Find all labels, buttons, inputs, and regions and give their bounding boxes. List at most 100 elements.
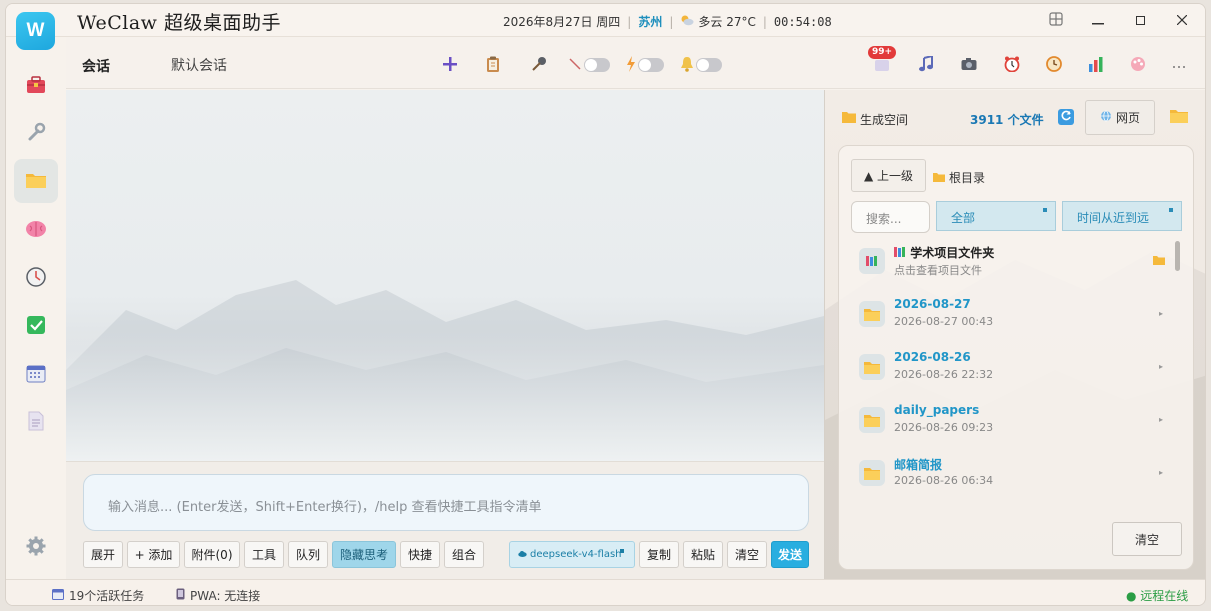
- list-item-project-folder[interactable]: 学术项目文件夹 点击查看项目文件: [859, 240, 1179, 288]
- list-item-folder[interactable]: 邮箱简报 2026-08-26 06:34 ▸: [859, 452, 1179, 500]
- weather-icon: [680, 14, 694, 29]
- books-icon: [894, 246, 906, 260]
- quick-button[interactable]: 快捷: [400, 541, 440, 568]
- stopwatch-icon: [1046, 55, 1062, 75]
- sidebar-item-tools[interactable]: [14, 111, 58, 155]
- pen-toggle[interactable]: [568, 54, 610, 76]
- refresh-button[interactable]: [1058, 109, 1074, 125]
- sidebar-item-documents[interactable]: [14, 400, 58, 444]
- files-title: 生成空间: [860, 113, 909, 127]
- lightning-icon: [626, 55, 636, 75]
- list-item-folder[interactable]: 2026-08-26 2026-08-26 22:32 ▸: [859, 346, 1179, 394]
- sidebar-item-tasks[interactable]: [14, 304, 58, 348]
- expand-arrow-icon: ▸: [1159, 362, 1164, 371]
- plus-icon: [442, 56, 458, 75]
- pen-switch[interactable]: [584, 58, 610, 72]
- active-tasks-label: 19个活跃任务: [69, 589, 145, 603]
- microphone-button[interactable]: [531, 54, 547, 76]
- root-directory-label: 根目录: [949, 171, 986, 185]
- sidebar-item-calendar[interactable]: [14, 352, 58, 396]
- alarm-button[interactable]: [1004, 54, 1020, 76]
- sidebar-item-files[interactable]: [14, 159, 58, 203]
- clipboard-button[interactable]: [486, 54, 500, 76]
- file-name: 2026-08-26: [894, 350, 971, 364]
- clear-button[interactable]: 清空: [727, 541, 767, 568]
- hide-thinking-button[interactable]: 隐藏思考: [332, 541, 396, 568]
- sidebar-item-memory[interactable]: [14, 208, 58, 252]
- model-label: deepseek-v4-flash: [530, 549, 622, 560]
- palette-button[interactable]: [1130, 54, 1146, 76]
- file-list-scrollbar[interactable]: [1175, 241, 1180, 271]
- bell-switch[interactable]: [696, 58, 722, 72]
- city-label[interactable]: 苏州: [638, 13, 662, 30]
- clear-files-button[interactable]: 清空: [1112, 522, 1182, 556]
- close-button[interactable]: [1160, 4, 1204, 37]
- new-chat-button[interactable]: [442, 54, 458, 76]
- folder-icon: [1170, 110, 1188, 126]
- root-directory-link[interactable]: 根目录: [933, 169, 985, 186]
- more-icon: [1172, 58, 1186, 72]
- maximize-button[interactable]: [1118, 4, 1162, 37]
- timer-button[interactable]: [1046, 54, 1062, 76]
- parent-directory-button[interactable]: ▲ 上一级: [851, 159, 926, 192]
- clock-label: 00:54:08: [773, 14, 832, 29]
- app-logo[interactable]: W: [16, 12, 55, 50]
- tab-session[interactable]: 会话: [82, 56, 110, 76]
- list-item-folder[interactable]: daily_papers 2026-08-26 09:23 ▸: [859, 399, 1179, 447]
- queue-button[interactable]: 队列: [288, 541, 328, 568]
- sidebar-item-toolbox[interactable]: [14, 64, 58, 108]
- minimize-button[interactable]: [1076, 4, 1120, 37]
- model-select[interactable]: deepseek-v4-flash: [509, 541, 635, 568]
- books-icon: [859, 248, 885, 274]
- copy-button[interactable]: 复制: [639, 541, 679, 568]
- active-tasks-status[interactable]: 19个活跃任务: [52, 587, 144, 604]
- file-browser: ▲ 上一级 根目录 搜索... 全部 时间从近到远 学术项目文件夹 点击查看项目…: [838, 145, 1194, 570]
- bell-icon: [680, 56, 694, 75]
- checkbox-icon: [26, 315, 46, 338]
- settings-button[interactable]: [14, 525, 58, 569]
- tab-default-session[interactable]: 默认会话: [171, 55, 227, 75]
- microphone-icon: [531, 56, 547, 75]
- open-folder-button[interactable]: [1170, 109, 1188, 126]
- expand-arrow-icon: ▸: [1159, 415, 1164, 424]
- palette-icon: [1130, 56, 1146, 75]
- phone-icon: [176, 588, 185, 603]
- layout-grid-button[interactable]: [1034, 4, 1078, 37]
- chat-input-panel: 输入消息... (Enter发送，Shift+Enter换行)，/help 查看…: [66, 461, 824, 579]
- camera-button[interactable]: [961, 54, 977, 76]
- file-name-text: 学术项目文件夹: [910, 246, 995, 260]
- tools-button[interactable]: 工具: [244, 541, 284, 568]
- title-bar: WeClaw 超级桌面助手 2026年8月27日 周四 | 苏州 | 多云 27…: [6, 4, 1205, 37]
- filter-label: 全部: [951, 211, 976, 225]
- file-type-filter[interactable]: 全部: [936, 201, 1056, 231]
- combo-button[interactable]: 组合: [444, 541, 484, 568]
- calendar-icon: [52, 588, 64, 603]
- music-button[interactable]: [918, 54, 934, 76]
- file-date: 2026-08-26 06:34: [894, 474, 994, 487]
- web-view-label: 网页: [1115, 111, 1140, 125]
- folder-icon: [25, 171, 47, 192]
- file-date: 2026-08-27 00:43: [894, 315, 994, 328]
- attachments-button[interactable]: 附件(0): [184, 541, 240, 568]
- lightning-switch[interactable]: [638, 58, 664, 72]
- bell-toggle[interactable]: [680, 54, 722, 76]
- add-button[interactable]: + 添加: [127, 541, 180, 568]
- file-search-input[interactable]: 搜索...: [851, 201, 930, 233]
- folder-icon: [859, 407, 885, 433]
- sort-order-select[interactable]: 时间从近到远: [1062, 201, 1182, 231]
- expand-button[interactable]: 展开: [83, 541, 123, 568]
- notifications-button[interactable]: 99+: [868, 45, 897, 76]
- list-item-folder[interactable]: 2026-08-27 2026-08-27 00:43 ▸: [859, 293, 1179, 341]
- paste-button[interactable]: 粘贴: [683, 541, 723, 568]
- bar-chart-icon: [1088, 56, 1104, 75]
- stats-button[interactable]: [1088, 54, 1104, 76]
- message-input[interactable]: 输入消息... (Enter发送，Shift+Enter换行)，/help 查看…: [83, 474, 809, 531]
- more-menu-button[interactable]: [1172, 54, 1186, 76]
- sidebar-item-schedule[interactable]: [14, 256, 58, 300]
- send-button[interactable]: 发送: [771, 541, 809, 568]
- mountain-background: [66, 280, 824, 461]
- music-icon: [918, 54, 934, 75]
- lightning-toggle[interactable]: [626, 54, 664, 76]
- folder-icon: [933, 171, 945, 185]
- web-view-button[interactable]: 网页: [1085, 100, 1155, 135]
